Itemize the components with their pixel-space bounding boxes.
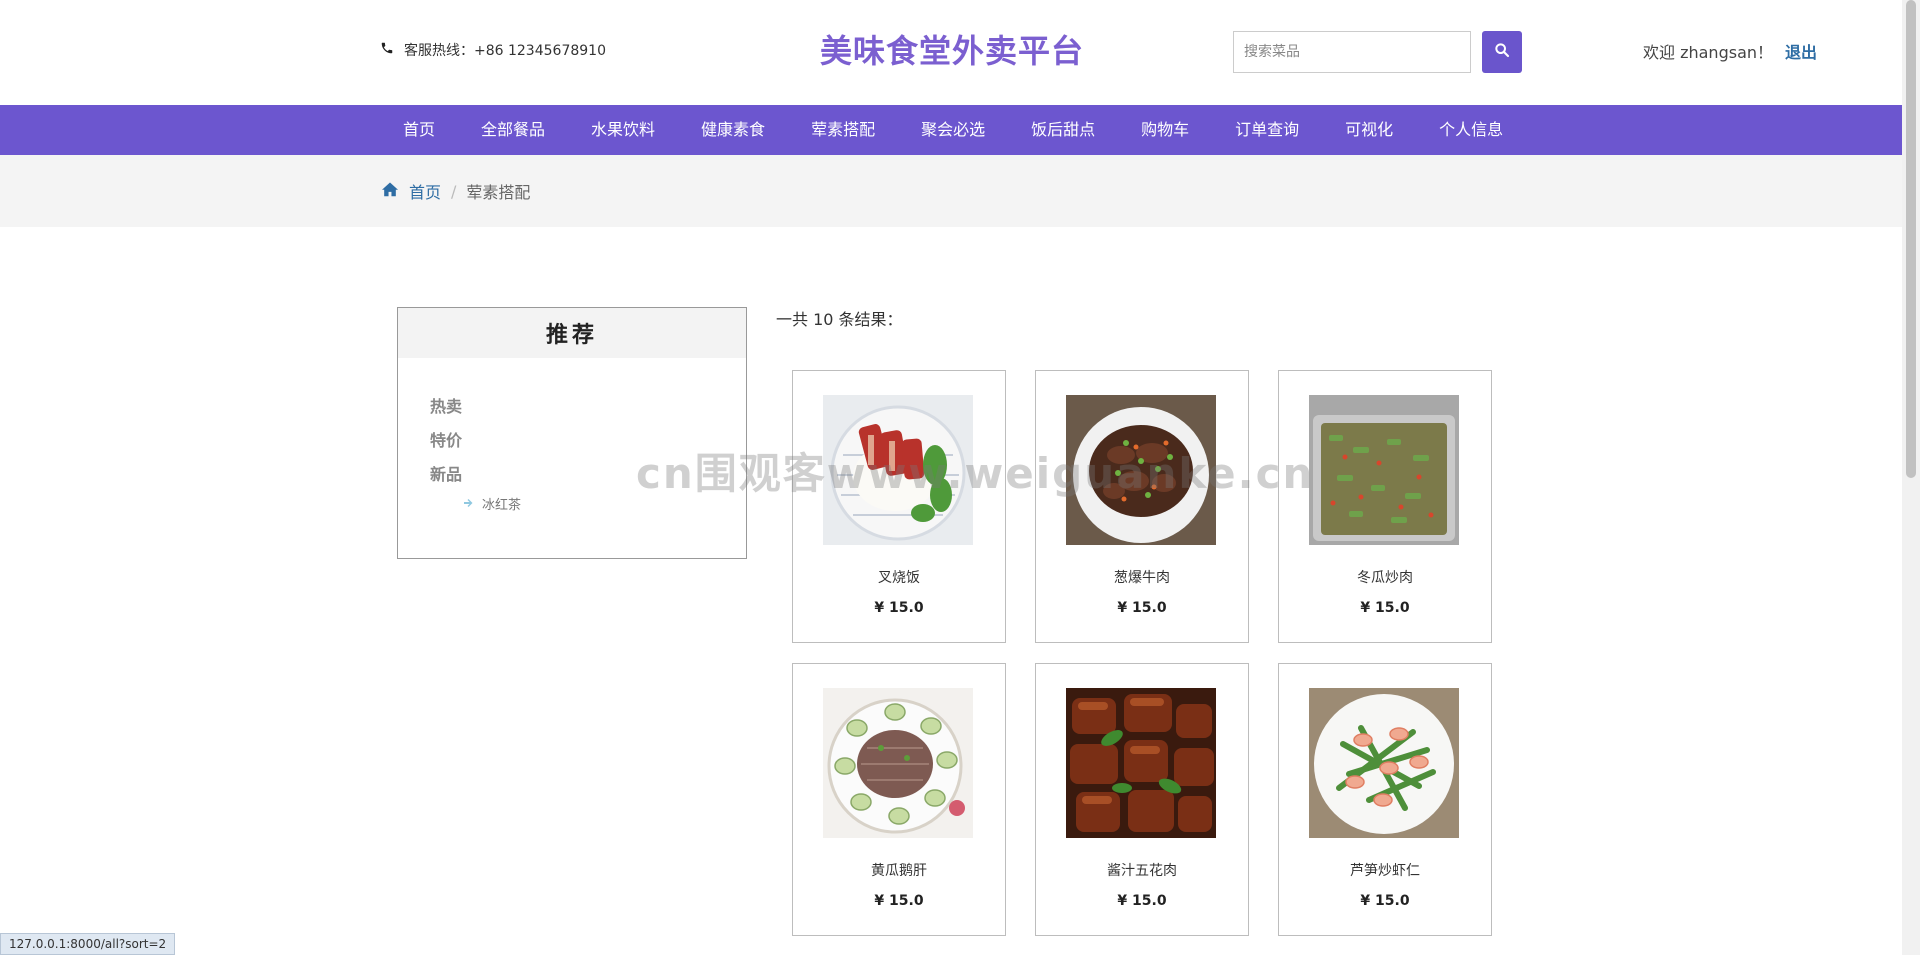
product-price: ¥ 15.0 <box>1360 600 1410 616</box>
product-price: ¥ 15.0 <box>1117 600 1167 616</box>
hotline: 客服热线：+86 12345678910 <box>380 40 606 60</box>
nav-item-cart[interactable]: 购物车 <box>1118 105 1212 155</box>
product-image[interactable] <box>1309 688 1459 838</box>
product-price: ¥ 15.0 <box>1360 893 1410 909</box>
product-price: ¥ 15.0 <box>874 600 924 616</box>
nav-item-vegetarian[interactable]: 健康素食 <box>678 105 788 155</box>
status-bar: 127.0.0.1:8000/all?sort=2 <box>0 933 176 955</box>
nav-item-meat-veg[interactable]: 荤素搭配 <box>788 105 898 155</box>
product-price: ¥ 15.0 <box>1117 893 1167 909</box>
search-input[interactable] <box>1233 31 1471 73</box>
product-name[interactable]: 黄瓜鹅肝 <box>793 860 1005 880</box>
nav-item-home[interactable]: 首页 <box>380 105 458 155</box>
logout-link[interactable]: 退出 <box>1785 39 1817 63</box>
product-card[interactable]: 酱汁五花肉 ¥ 15.0 <box>1035 663 1249 936</box>
product-card[interactable]: 叉烧饭 ¥ 15.0 <box>792 370 1006 643</box>
result-count: 一共 10 条结果： <box>776 310 903 329</box>
nav-item-fruit-drinks[interactable]: 水果饮料 <box>568 105 678 155</box>
top-header: 客服热线：+86 12345678910 美味食堂外卖平台 欢迎 zhangsa… <box>0 0 1902 105</box>
product-name[interactable]: 叉烧饭 <box>793 567 1005 587</box>
sidebar-subitem-label: 冰红茶 <box>482 498 522 513</box>
nav-item-party[interactable]: 聚会必选 <box>898 105 1008 155</box>
breadcrumb-current: 荤素搭配 <box>466 183 531 202</box>
breadcrumb: 首页 / 荤素搭配 <box>381 179 530 203</box>
recommend-sidebar: 推荐 热卖 特价 新品 冰红茶 <box>397 307 747 559</box>
vertical-scrollbar[interactable] <box>1902 0 1920 955</box>
nav-item-all-meals[interactable]: 全部餐品 <box>458 105 568 155</box>
sidebar-title: 推荐 <box>398 308 746 358</box>
product-card[interactable]: 葱爆牛肉 ¥ 15.0 <box>1035 370 1249 643</box>
product-name[interactable]: 冬瓜炒肉 <box>1279 567 1491 587</box>
nav-item-orders[interactable]: 订单查询 <box>1212 105 1322 155</box>
product-image[interactable] <box>823 688 973 838</box>
main-nav: 首页 全部餐品 水果饮料 健康素食 荤素搭配 聚会必选 饭后甜点 购物车 订单查… <box>0 105 1902 155</box>
breadcrumb-bar: 首页 / 荤素搭配 <box>0 155 1902 227</box>
sidebar-item-special[interactable]: 特价 <box>430 424 746 458</box>
site-title[interactable]: 美味食堂外卖平台 <box>820 26 1084 72</box>
arrow-right-icon <box>462 492 474 520</box>
sidebar-item-new[interactable]: 新品 <box>430 458 746 492</box>
product-card[interactable]: 黄瓜鹅肝 ¥ 15.0 <box>792 663 1006 936</box>
home-icon[interactable] <box>381 181 399 201</box>
welcome-text: 欢迎 zhangsan！ <box>1643 43 1774 62</box>
nav-list: 首页 全部餐品 水果饮料 健康素食 荤素搭配 聚会必选 饭后甜点 购物车 订单查… <box>380 105 1526 155</box>
product-image[interactable] <box>1309 395 1459 545</box>
product-name[interactable]: 酱汁五花肉 <box>1036 860 1248 880</box>
search-icon <box>1494 42 1510 62</box>
user-area: 欢迎 zhangsan！ 退出 <box>1643 39 1817 63</box>
product-image[interactable] <box>823 395 973 545</box>
phone-icon <box>380 41 394 59</box>
product-name[interactable]: 芦笋炒虾仁 <box>1279 860 1491 880</box>
sidebar-subitem[interactable]: 冰红茶 <box>430 492 746 520</box>
search-button[interactable] <box>1482 31 1522 73</box>
product-price: ¥ 15.0 <box>874 893 924 909</box>
product-name[interactable]: 葱爆牛肉 <box>1036 567 1248 587</box>
nav-item-dessert[interactable]: 饭后甜点 <box>1008 105 1118 155</box>
product-card[interactable]: 芦笋炒虾仁 ¥ 15.0 <box>1278 663 1492 936</box>
product-image[interactable] <box>1066 688 1216 838</box>
hotline-text: 客服热线：+86 12345678910 <box>404 43 606 59</box>
scrollbar-thumb[interactable] <box>1906 0 1916 478</box>
sidebar-item-hot[interactable]: 热卖 <box>430 390 746 424</box>
page: 客服热线：+86 12345678910 美味食堂外卖平台 欢迎 zhangsa… <box>0 0 1920 955</box>
product-image[interactable] <box>1066 395 1216 545</box>
breadcrumb-separator: / <box>451 181 457 201</box>
nav-item-visualization[interactable]: 可视化 <box>1322 105 1416 155</box>
nav-item-profile[interactable]: 个人信息 <box>1416 105 1526 155</box>
product-card[interactable]: 冬瓜炒肉 ¥ 15.0 <box>1278 370 1492 643</box>
sidebar-list: 热卖 特价 新品 冰红茶 <box>398 358 746 520</box>
breadcrumb-home[interactable]: 首页 <box>409 179 441 203</box>
